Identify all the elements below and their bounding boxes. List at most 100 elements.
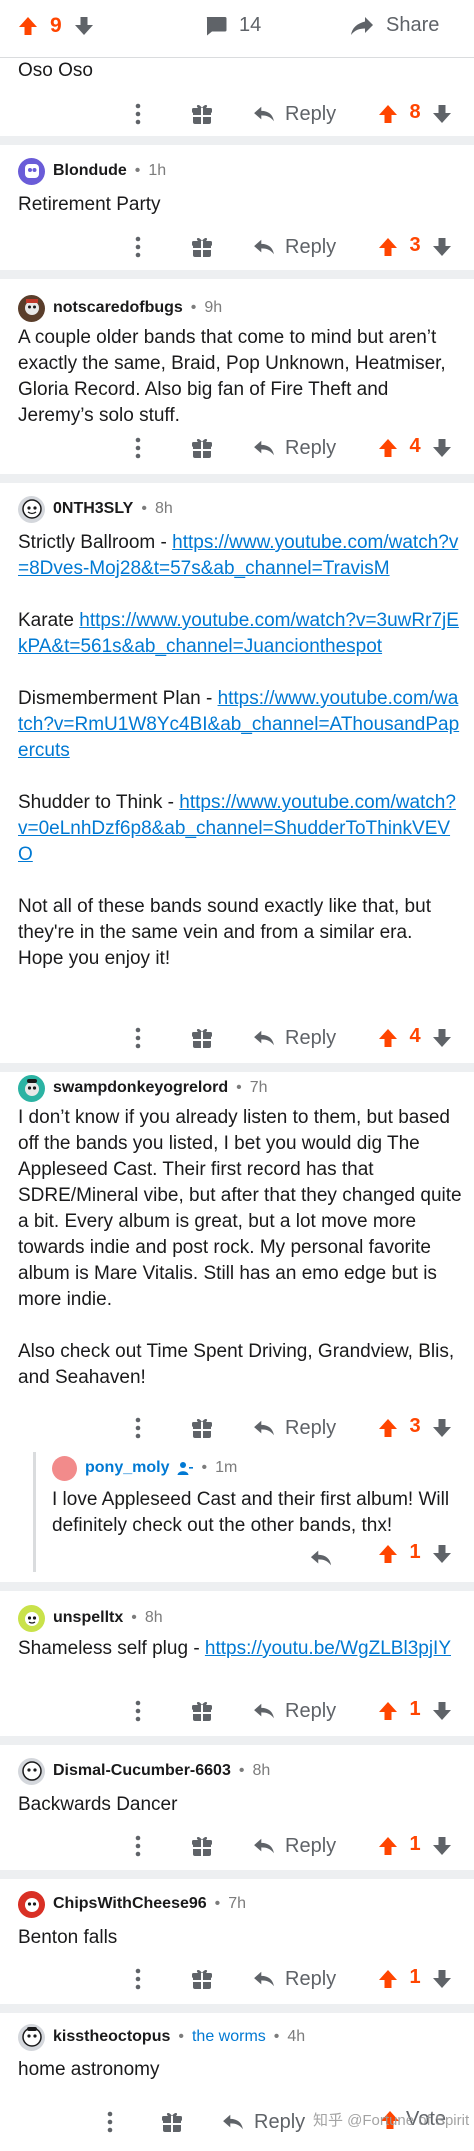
separator-dot: • — [141, 500, 147, 517]
comment-header: 0NTH3SLY • 8h — [18, 494, 173, 524]
award-gift-icon[interactable] — [190, 102, 214, 126]
user-avatar-icon[interactable] — [18, 157, 45, 185]
comment-separator — [0, 1582, 474, 1591]
separator-dot: • — [238, 1762, 245, 1779]
user-avatar-icon[interactable] — [18, 1757, 45, 1785]
more-dots-icon[interactable] — [128, 1967, 148, 1991]
comment-username[interactable]: kisstheoctopus — [53, 2028, 170, 2046]
user-avatar-icon[interactable] — [18, 294, 45, 322]
comment-paragraph: Dismemberment Plan - https://www.youtube… — [18, 686, 463, 764]
user-avatar-icon[interactable] — [18, 2023, 45, 2051]
more-dots-icon[interactable] — [128, 1026, 148, 1050]
more-dots-icon[interactable] — [128, 1834, 148, 1858]
downvote-arrow-icon[interactable] — [432, 1028, 452, 1048]
more-dots-icon[interactable] — [128, 436, 148, 460]
upvote-arrow-icon[interactable] — [378, 1701, 398, 1721]
downvote-arrow-icon[interactable] — [432, 1701, 452, 1721]
comment-username[interactable]: Dismal-Cucumber-6603 — [53, 1762, 231, 1780]
award-gift-icon[interactable] — [190, 235, 214, 259]
post-action-bar: 9 14 Share — [0, 0, 474, 58]
user-avatar-icon[interactable] — [18, 1604, 45, 1632]
reply-arrow-icon — [253, 1970, 275, 1988]
more-dots-icon[interactable] — [100, 2110, 120, 2134]
comment-body: Strictly Ballroom - https://www.youtube.… — [18, 530, 463, 972]
reply-button[interactable]: Reply — [253, 1965, 336, 1993]
comment: Dismal-Cucumber-6603 • 8h Backwards Danc… — [0, 1745, 474, 1870]
comments-count-button[interactable]: 14 — [205, 14, 261, 37]
comment-time: 8h — [154, 500, 173, 517]
upvote-arrow-icon[interactable] — [378, 1969, 398, 1989]
comment-header: Blondude • 1h — [18, 156, 166, 186]
separator-dot: • — [190, 299, 197, 316]
downvote-arrow-icon[interactable] — [432, 1836, 452, 1856]
downvote-arrow-icon[interactable] — [432, 1418, 452, 1438]
comment-time: 9h — [204, 299, 223, 316]
reply-button[interactable]: Reply — [253, 100, 336, 128]
comment-username[interactable]: ChipsWithCheese96 — [53, 1895, 207, 1913]
user-avatar-icon[interactable] — [18, 1890, 45, 1918]
reply-button[interactable]: Reply — [253, 434, 336, 462]
award-gift-icon[interactable] — [190, 1699, 214, 1723]
reply-button[interactable]: Reply — [253, 1697, 336, 1725]
comment-separator — [0, 270, 474, 279]
comment-username[interactable]: notscaredofbugs — [53, 299, 183, 317]
more-dots-icon[interactable] — [128, 235, 148, 259]
downvote-arrow-icon[interactable] — [74, 16, 94, 36]
youtube-link[interactable]: https://youtu.be/WgZLBl3pjIY — [205, 1638, 451, 1659]
comment-username[interactable]: swampdonkeyogrelord — [53, 1079, 228, 1097]
comment-separator — [0, 474, 474, 483]
comment-username[interactable]: 0NTH3SLY — [53, 500, 133, 518]
downvote-arrow-icon[interactable] — [432, 1544, 452, 1564]
comment-text: Shameless self plug - — [18, 1638, 205, 1659]
downvote-arrow-icon[interactable] — [432, 438, 452, 458]
reply-arrow-icon — [253, 105, 275, 123]
reply-button[interactable]: Reply — [253, 1414, 336, 1442]
comment-body: Backwards Dancer — [18, 1792, 463, 1818]
comment-header: kisstheoctopus • the worms • 4h — [18, 2022, 305, 2052]
share-arrow-icon — [351, 16, 373, 35]
user-avatar-icon[interactable] — [18, 1074, 45, 1102]
more-dots-icon[interactable] — [128, 102, 148, 126]
reply-button[interactable]: Reply — [222, 2108, 305, 2136]
reply-button[interactable]: Reply — [253, 1024, 336, 1052]
share-button[interactable]: Share — [350, 14, 439, 37]
comment-username[interactable]: Blondude — [53, 162, 127, 180]
reply-arrow-icon — [253, 1419, 275, 1437]
upvote-arrow-icon[interactable] — [18, 16, 38, 36]
comment: Oso Oso Reply 8 — [0, 58, 474, 138]
youtube-link[interactable]: https://www.youtube.com/watch?v=3uwRr7jE… — [18, 610, 459, 657]
comment-header: notscaredofbugs • 9h — [18, 293, 222, 323]
reply-arrow-icon — [253, 1837, 275, 1855]
reply-arrow-icon — [253, 439, 275, 457]
more-dots-icon[interactable] — [128, 1416, 148, 1440]
downvote-arrow-icon[interactable] — [432, 1969, 452, 1989]
reply-arrow-icon[interactable] — [310, 1544, 332, 1572]
comment-body: Retirement Party — [18, 192, 463, 218]
comment-username[interactable]: unspelltx — [53, 1609, 123, 1627]
upvote-arrow-icon[interactable] — [378, 1836, 398, 1856]
upvote-arrow-icon[interactable] — [378, 1418, 398, 1438]
upvote-arrow-icon[interactable] — [378, 1028, 398, 1048]
more-dots-icon[interactable] — [128, 1699, 148, 1723]
reply-button[interactable]: Reply — [253, 233, 336, 261]
comment-paragraph: Not all of these bands sound exactly lik… — [18, 896, 431, 969]
user-avatar-icon[interactable] — [18, 495, 45, 523]
comment-text: Retirement Party — [18, 194, 161, 215]
upvote-arrow-icon[interactable] — [378, 237, 398, 257]
award-gift-icon[interactable] — [190, 1416, 214, 1440]
reply-button[interactable]: Reply — [253, 1832, 336, 1860]
downvote-arrow-icon[interactable] — [432, 104, 452, 124]
user-avatar-icon[interactable] — [52, 1455, 77, 1481]
comment-separator — [0, 1870, 474, 1879]
award-gift-icon[interactable] — [190, 1026, 214, 1050]
upvote-arrow-icon[interactable] — [378, 438, 398, 458]
upvote-arrow-icon[interactable] — [378, 104, 398, 124]
award-gift-icon[interactable] — [190, 1834, 214, 1858]
award-gift-icon[interactable] — [160, 2110, 184, 2134]
comment-username[interactable]: pony_moly — [85, 1459, 169, 1477]
upvote-arrow-icon[interactable] — [378, 1544, 398, 1564]
downvote-arrow-icon[interactable] — [432, 237, 452, 257]
watermark: 知乎 @Fortune of Spirit — [313, 2112, 470, 2129]
award-gift-icon[interactable] — [190, 1967, 214, 1991]
award-gift-icon[interactable] — [190, 436, 214, 460]
